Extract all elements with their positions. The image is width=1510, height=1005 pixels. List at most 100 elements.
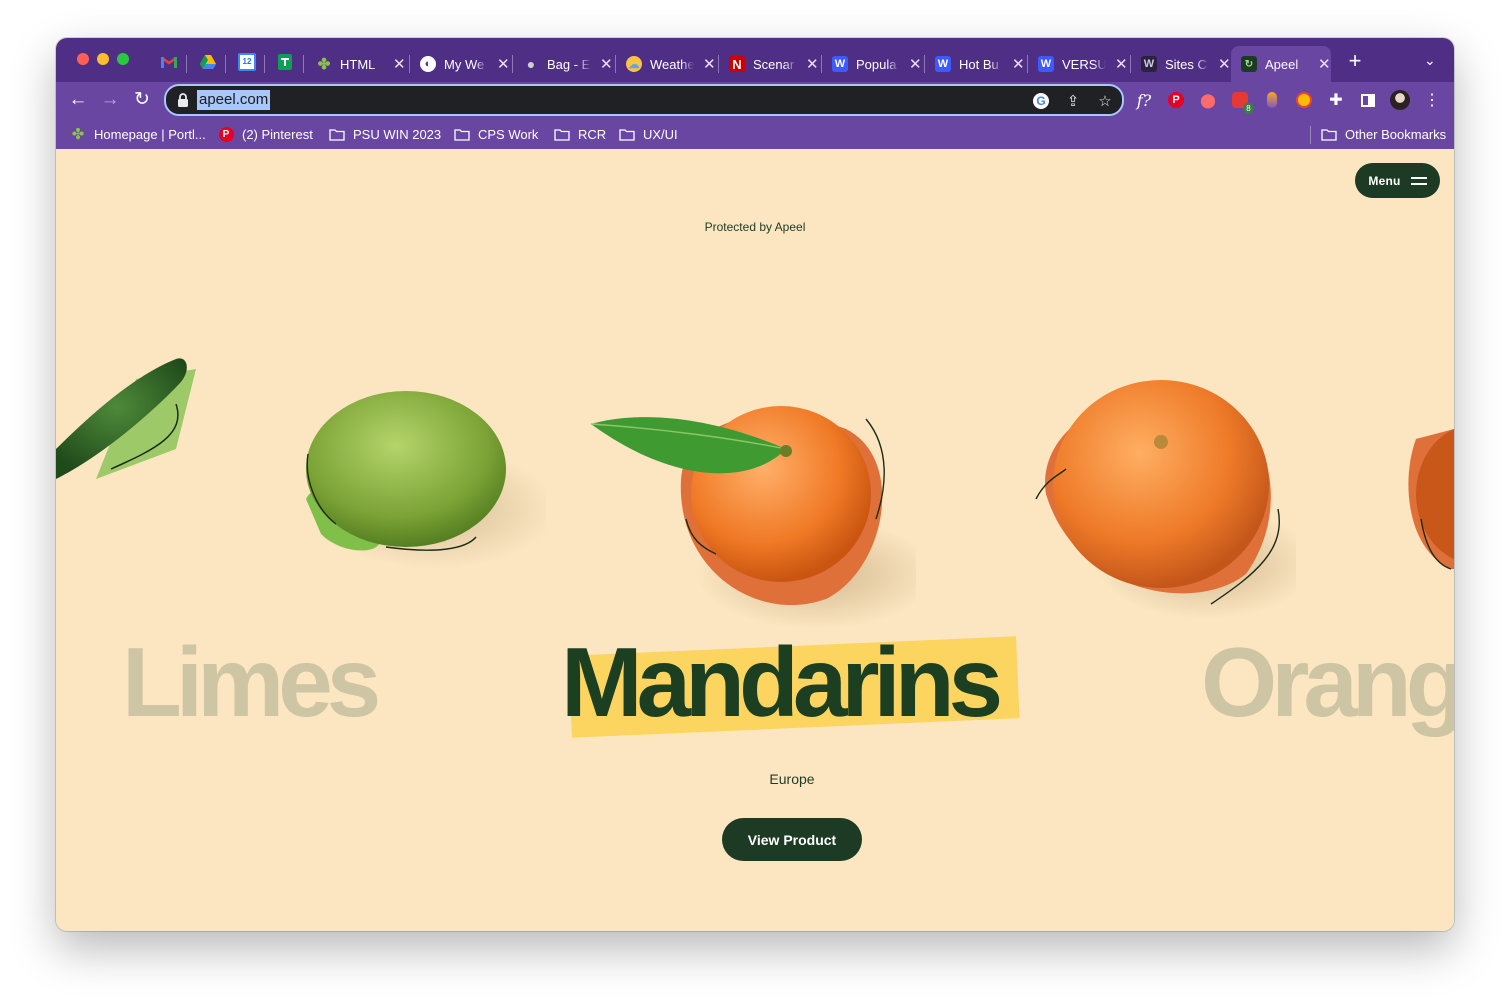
w-logo-icon: W [832,56,848,72]
share-icon[interactable]: ⇪ [1062,90,1084,112]
browser-toolbar: ← → ↻ apeel.com G ⇪ ☆ f? P ⬤ 8 ✚ ⋮ [56,82,1454,118]
bookmark-star-icon[interactable]: ☆ [1094,90,1116,112]
tab-strip: 12 ✤ HTML ✕ ◐ My We ✕ ● Bag - E ✕ ☁ Weat… [56,38,1454,82]
adblock-extension-icon[interactable]: 8 [1229,89,1254,114]
bookmark-folder-rcr[interactable]: RCR [554,123,606,145]
tab-html[interactable]: ✤ HTML ✕ [306,46,406,82]
close-window-button[interactable] [77,53,89,65]
folder-icon [329,127,345,141]
bookmark-folder-cps[interactable]: CPS Work [454,123,538,145]
tab-my-website[interactable]: ◐ My We ✕ [410,46,510,82]
pinterest-extension-icon[interactable]: P [1165,89,1187,111]
tab-bag[interactable]: ● Bag - E ✕ [513,46,613,82]
clover-icon: ✤ [71,126,85,143]
other-bookmarks[interactable]: Other Bookmarks [1321,123,1446,145]
more-menu-icon[interactable]: ⋮ [1421,89,1443,111]
view-product-button[interactable]: View Product [722,818,862,861]
maximize-window-button[interactable] [117,53,129,65]
tab-title: Popula [856,56,897,72]
close-tab-icon[interactable]: ✕ [908,55,922,73]
sheets-icon [278,54,292,70]
tab-title: Bag - E [547,56,591,72]
close-tab-icon[interactable]: ✕ [496,55,510,73]
pinned-tab-drive[interactable] [195,50,221,74]
close-tab-icon[interactable]: ✕ [1011,55,1025,73]
address-bar[interactable]: apeel.com G ⇪ ☆ [164,84,1124,116]
tab-title: My We [444,56,485,72]
close-tab-icon[interactable]: ✕ [599,55,613,73]
w-dark-logo-icon: W [1141,56,1157,72]
folder-icon [619,127,635,141]
region-label: Europe [769,771,815,787]
extensions-puzzle-icon[interactable]: ✚ [1325,89,1347,111]
produce-name-next[interactable]: Orang [1201,632,1454,732]
close-tab-icon[interactable]: ✕ [392,55,406,73]
browser-window: 12 ✤ HTML ✕ ◐ My We ✕ ● Bag - E ✕ ☁ Weat… [56,38,1454,931]
w-logo-icon: W [935,56,951,72]
folder-icon [554,127,570,141]
forward-button[interactable]: → [98,88,122,112]
minimize-window-button[interactable] [97,53,109,65]
orange-partial-image [1408,428,1454,570]
profile-avatar[interactable] [1389,89,1411,111]
tab-title: Sites C [1165,56,1207,72]
bookmarks-bar: ✤ Homepage | Portl... P (2) Pinterest PS… [56,118,1454,150]
orange-image [1035,380,1296,619]
bookmark-folder-psu[interactable]: PSU WIN 2023 [329,123,441,145]
new-tab-button[interactable]: + [1344,50,1366,72]
tab-search-chevron-icon[interactable]: ⌄ [1424,52,1436,69]
pinned-tab-calendar[interactable]: 12 [234,50,260,74]
tab-hot-bu[interactable]: W Hot Bu ✕ [925,46,1025,82]
tab-weather[interactable]: ☁ Weathe ✕ [616,46,716,82]
bookmark-label: CPS Work [478,126,539,142]
tab-title: Apeel [1265,56,1299,72]
produce-name-current: Mandarins [561,627,1003,737]
tab-scenario[interactable]: N Scenar ✕ [719,46,819,82]
pinned-tab-gmail[interactable] [156,50,182,74]
side-panel-icon[interactable] [1357,89,1379,111]
font-ninja-extension-icon[interactable]: f? [1133,89,1155,111]
map-pin-extension-icon[interactable]: ⬤ [1197,89,1219,111]
pinned-tab-sheets[interactable] [272,50,298,74]
close-tab-icon[interactable]: ✕ [1114,55,1128,73]
hamburger-icon [1410,176,1427,185]
folder-icon [454,127,470,141]
calendar-icon: 12 [238,53,256,71]
pinterest-icon: P [218,126,234,142]
close-tab-icon[interactable]: ✕ [805,55,819,73]
close-tab-icon[interactable]: ✕ [1317,55,1331,73]
close-tab-icon[interactable]: ✕ [702,55,716,73]
figma-like-icon: ✤ [317,56,331,73]
n-logo-icon: N [729,56,745,72]
apeel-page: Menu Protected by Apeel Limes Mandarins … [56,149,1454,931]
tab-popular[interactable]: W Popula ✕ [822,46,922,82]
bookmark-folder-uxui[interactable]: UX/UI [619,123,678,145]
gmail-icon [161,57,177,68]
cucumber-image [56,358,196,479]
apple-icon: ● [526,56,536,72]
bookmark-label: PSU WIN 2023 [353,126,442,142]
bluebird-extension-icon[interactable] [1261,89,1283,111]
apeel-icon: ↻ [1241,56,1257,72]
folder-icon [1321,127,1337,141]
weather-icon: ☁ [626,56,642,72]
tab-versus[interactable]: W VERSU ✕ [1028,46,1128,82]
google-icon[interactable]: G [1030,90,1052,112]
back-button[interactable]: ← [66,88,90,112]
tab-title: Weathe [650,56,695,72]
close-tab-icon[interactable]: ✕ [1217,55,1231,73]
honey-extension-icon[interactable] [1293,89,1315,111]
bookmark-homepage[interactable]: ✤ Homepage | Portl... [70,123,206,145]
bookmark-label: UX/UI [643,126,678,142]
bookmark-pinterest[interactable]: P (2) Pinterest [218,123,313,145]
tab-apeel-active[interactable]: ↻ Apeel ✕ [1231,46,1331,82]
tab-title: Scenar [753,56,795,72]
produce-name-previous[interactable]: Limes [122,632,381,732]
menu-button[interactable]: Menu [1355,163,1440,198]
w-logo-icon: W [1038,56,1054,72]
reload-button[interactable]: ↻ [130,88,154,112]
bookmark-label: Other Bookmarks [1345,126,1447,142]
tab-sites[interactable]: W Sites C ✕ [1131,46,1231,82]
url-text[interactable]: apeel.com [197,90,271,110]
globe-icon: ◐ [420,56,436,72]
